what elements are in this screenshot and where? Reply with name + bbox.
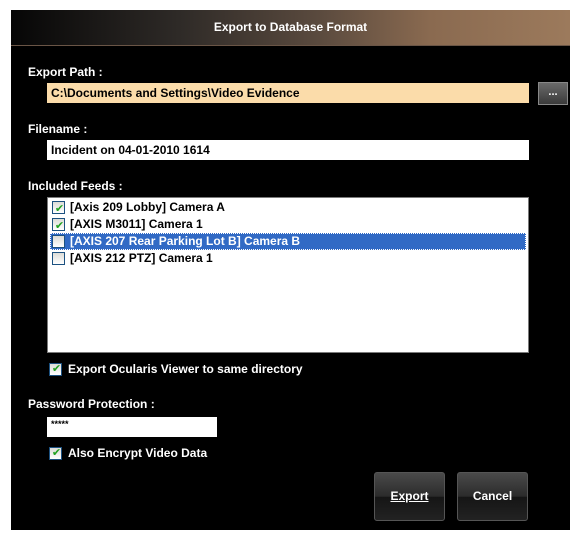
title-bar: Export to Database Format: [11, 10, 570, 46]
export-path-label: Export Path :: [28, 65, 103, 79]
feed-item-selected[interactable]: [AXIS 207 Rear Parking Lot B] Camera B: [50, 233, 526, 250]
checkmark-icon: ✔: [51, 446, 62, 459]
export-viewer-label: Export Ocularis Viewer to same directory: [68, 362, 303, 376]
feed-checkbox[interactable]: ✔: [52, 218, 65, 232]
feed-checkbox[interactable]: [52, 235, 65, 248]
browse-button[interactable]: ...: [538, 82, 568, 105]
filename-input[interactable]: Incident on 04-01-2010 1614: [47, 140, 529, 160]
feed-checkbox[interactable]: ✔: [52, 201, 65, 215]
checkmark-icon: ✔: [54, 219, 65, 232]
export-viewer-checkbox[interactable]: ✔: [49, 362, 62, 376]
feed-item[interactable]: ✔ [AXIS M3011] Camera 1: [50, 216, 526, 233]
feed-label: [Axis 209 Lobby] Camera A: [70, 200, 225, 214]
password-label: Password Protection :: [28, 397, 155, 411]
encrypt-checkbox[interactable]: ✔: [49, 446, 62, 460]
checkmark-icon: ✔: [54, 202, 65, 215]
filename-label: Filename :: [28, 122, 88, 136]
feed-checkbox[interactable]: [52, 252, 65, 265]
export-path-input[interactable]: C:\Documents and Settings\Video Evidence: [47, 83, 529, 103]
feed-item[interactable]: ✔ [Axis 209 Lobby] Camera A: [50, 199, 526, 216]
cancel-button[interactable]: Cancel: [457, 472, 528, 521]
included-feeds-label: Included Feeds :: [28, 179, 123, 193]
feed-label: [AXIS M3011] Camera 1: [70, 217, 203, 231]
export-button[interactable]: Export: [374, 472, 445, 521]
feed-label: [AXIS 212 PTZ] Camera 1: [70, 251, 213, 265]
export-dialog: Export to Database Format Export Path : …: [11, 10, 570, 530]
encrypt-label: Also Encrypt Video Data: [68, 446, 208, 460]
checkmark-icon: ✔: [51, 362, 62, 375]
feed-label: [AXIS 207 Rear Parking Lot B] Camera B: [70, 234, 301, 248]
password-input[interactable]: *****: [47, 417, 217, 437]
feeds-list[interactable]: ✔ [Axis 209 Lobby] Camera A ✔ [AXIS M301…: [47, 197, 529, 353]
feed-item[interactable]: [AXIS 212 PTZ] Camera 1: [50, 250, 526, 267]
dialog-title: Export to Database Format: [213, 20, 368, 34]
